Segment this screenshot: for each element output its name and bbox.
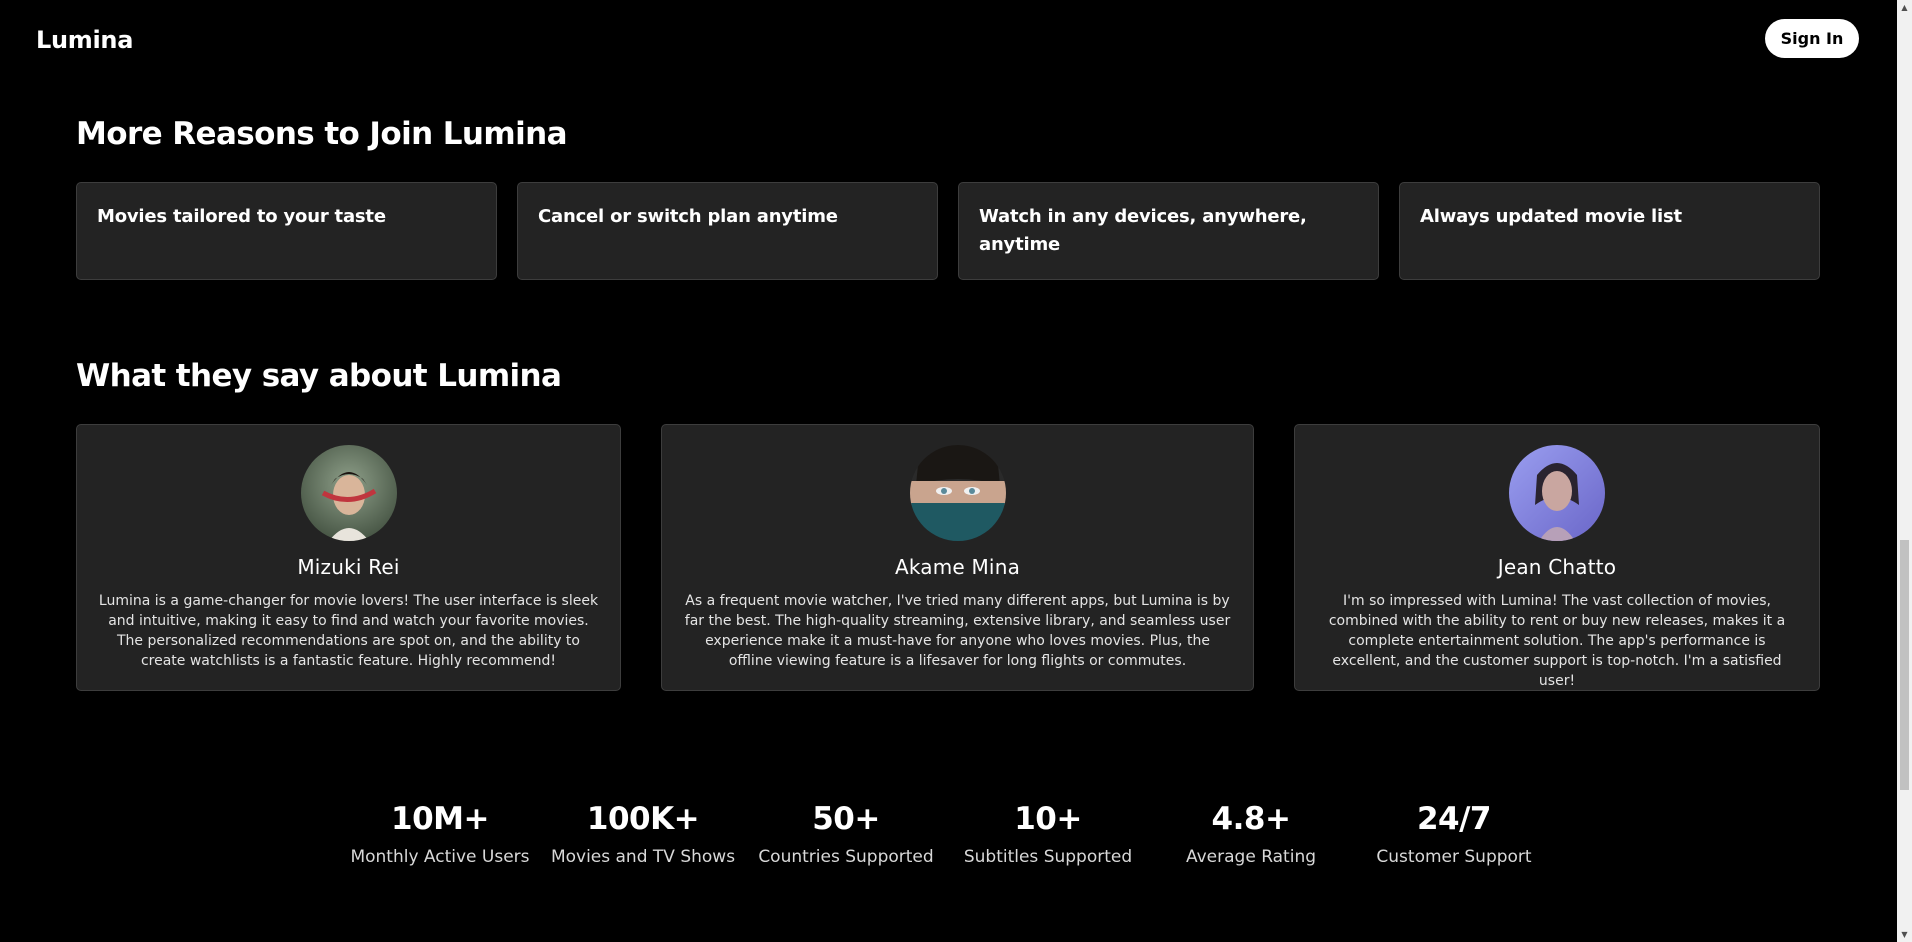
stat-rating: 4.8+ Average Rating [1186, 797, 1316, 867]
stat-value: 10M+ [391, 801, 489, 837]
brand-logo[interactable]: Lumina [36, 26, 133, 54]
scroll-down-arrow-icon[interactable]: ▼ [1897, 927, 1912, 942]
stat-label: Movies and TV Shows [550, 847, 736, 867]
avatar-photo-icon [1509, 445, 1605, 541]
reason-card: Cancel or switch plan anytime [517, 182, 938, 280]
testimonial-name: Mizuki Rei [297, 555, 400, 579]
avatar [909, 445, 1006, 541]
stat-value: 24/7 [1416, 801, 1492, 837]
reason-card: Movies tailored to your taste [76, 182, 497, 280]
stat-value: 4.8+ [1211, 801, 1291, 837]
stat-movies: 100K+ Movies and TV Shows [551, 797, 735, 867]
scrollbar-thumb[interactable] [1900, 540, 1909, 790]
stat-support: 24/7 Customer Support [1376, 797, 1531, 867]
vertical-scrollbar[interactable]: ▲ ▼ [1897, 0, 1912, 942]
stat-monthly-users: 10M+ Monthly Active Users [350, 797, 529, 867]
stat-value: 100K+ [586, 801, 700, 837]
testimonial-card: Mizuki Rei Lumina is a game-changer for … [76, 424, 621, 691]
avatar-photo-icon [909, 445, 1006, 541]
avatar [300, 445, 397, 541]
stat-label: Customer Support [1376, 847, 1532, 867]
testimonial-name: Akame Mina [894, 555, 1021, 579]
stat-value: 50+ [812, 801, 880, 837]
stat-subtitles: 10+ Subtitles Supported [964, 797, 1132, 867]
stat-label: Countries Supported [758, 847, 934, 867]
stat-label: Average Rating [1185, 847, 1317, 867]
sign-in-button[interactable]: Sign In [1765, 19, 1859, 58]
avatar-photo-icon [300, 445, 397, 541]
scroll-up-arrow-icon[interactable]: ▲ [1897, 0, 1912, 15]
testimonial-text: As a frequent movie watcher, I've tried … [684, 593, 1231, 669]
testimonial-name: Jean Chatto [1497, 555, 1617, 579]
testimonial-text: I'm so impressed with Lumina! The vast c… [1328, 593, 1786, 689]
reason-card: Watch in any devices, anywhere, anytime [958, 182, 1379, 280]
reasons-title: More Reasons to Join Lumina [76, 116, 568, 152]
testimonial-card: Jean Chatto I'm so impressed with Lumina… [1294, 424, 1820, 691]
avatar [1509, 445, 1605, 541]
stat-label: Subtitles Supported [963, 847, 1133, 867]
stat-value: 10+ [1014, 801, 1082, 837]
reasons-list: Movies tailored to your taste Cancel or … [76, 182, 1820, 280]
stat-label: Monthly Active Users [350, 847, 530, 867]
page: Lumina Sign In More Reasons to Join Lumi… [0, 0, 1912, 942]
reason-card: Always updated movie list [1399, 182, 1820, 280]
stat-countries: 50+ Countries Supported [758, 797, 933, 867]
testimonial-text: Lumina is a game-changer for movie lover… [98, 593, 599, 669]
testimonials-title: What they say about Lumina [76, 358, 562, 394]
testimonial-card: Akame Mina As a frequent movie watcher, … [661, 424, 1254, 691]
